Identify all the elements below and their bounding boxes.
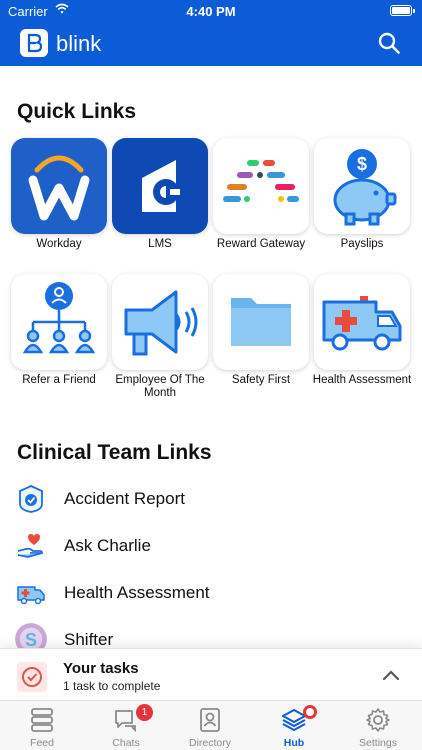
tab-label: Directory (188, 737, 231, 749)
quick-link-safety-first[interactable] (213, 274, 309, 370)
list-item-health-assessment[interactable]: Health Assessment (0, 573, 422, 613)
tab-settings[interactable]: Settings (336, 701, 420, 750)
battery-icon (390, 5, 415, 16)
feed-icon (31, 708, 53, 732)
task-check-icon (17, 662, 47, 692)
heart-hand-icon (17, 534, 43, 558)
quick-link-payslips[interactable]: $ (314, 138, 410, 234)
quick-link-label: Refer a Friend (22, 374, 96, 386)
app-header: Carrier 4:40 PM blink (0, 0, 422, 66)
tasks-subtitle: 1 task to complete (63, 679, 161, 693)
list-item-label: Ask Charlie (64, 536, 151, 555)
list-item-accident-report[interactable]: Accident Report (0, 479, 422, 519)
tab-label: Feed (30, 737, 54, 749)
tab-label: Settings (359, 737, 397, 749)
tab-directory[interactable]: Directory (168, 701, 252, 750)
quick-link-label: Reward Gateway (216, 238, 306, 250)
list-item-label: Shifter (64, 630, 114, 649)
shield-badge-icon (19, 485, 43, 513)
directory-icon (200, 708, 220, 732)
app-title: blink (56, 31, 102, 56)
gear-icon (366, 708, 390, 732)
quick-link-label: Payslips (340, 238, 384, 250)
quick-links-title: Quick Links (17, 100, 137, 123)
quick-link-label: Safety First (231, 374, 291, 386)
quick-link-workday[interactable] (11, 138, 107, 234)
tab-chats[interactable]: 1 Chats (84, 701, 168, 750)
svg-text:S: S (25, 630, 37, 650)
reward-gateway-logo-icon (223, 160, 299, 202)
lms-logo-icon (142, 160, 186, 212)
status-time: 4:40 PM (186, 4, 236, 19)
piggy-bank-icon: $ (333, 149, 397, 226)
quick-link-lms[interactable] (112, 138, 208, 234)
quick-link-label: Health Assessment (312, 374, 412, 386)
tab-label: Hub (283, 737, 305, 749)
tab-bar: Feed 1 Chats Directory Hub Settings (0, 700, 422, 750)
tasks-title: Your tasks (63, 660, 139, 677)
tasks-panel[interactable]: Your tasks 1 task to complete (0, 648, 422, 700)
quick-link-refer-a-friend[interactable] (11, 274, 107, 370)
quick-link-label: Employee Of The Month (115, 374, 205, 399)
ambulance-icon (322, 296, 402, 351)
ambulance-icon (17, 586, 45, 605)
clinical-links-title: Clinical Team Links (17, 441, 212, 464)
list-item-ask-charlie[interactable]: Ask Charlie (0, 526, 422, 566)
quick-link-reward-gateway[interactable] (213, 138, 309, 234)
notification-dot (303, 705, 317, 719)
blink-logo-icon (20, 29, 48, 57)
chevron-up-icon[interactable] (382, 669, 400, 681)
quick-link-label: Workday (36, 238, 82, 250)
search-icon[interactable] (378, 32, 400, 54)
workday-logo-icon (28, 155, 90, 221)
list-item-label: Accident Report (64, 489, 185, 508)
tab-label: Chats (112, 737, 140, 749)
status-bar: Carrier 4:40 PM (0, 0, 422, 22)
referral-tree-icon (22, 282, 96, 354)
megaphone-icon (124, 290, 198, 356)
folder-icon (231, 298, 291, 346)
tab-hub[interactable]: Hub (252, 701, 336, 750)
quick-link-health-assessment[interactable] (314, 274, 410, 370)
unread-badge: 1 (136, 704, 153, 721)
quick-link-label: LMS (148, 238, 172, 250)
list-item-label: Health Assessment (64, 583, 210, 602)
svg-text:$: $ (357, 154, 367, 174)
tab-feed[interactable]: Feed (0, 701, 84, 750)
quick-link-employee-of-the-month[interactable] (112, 274, 208, 370)
